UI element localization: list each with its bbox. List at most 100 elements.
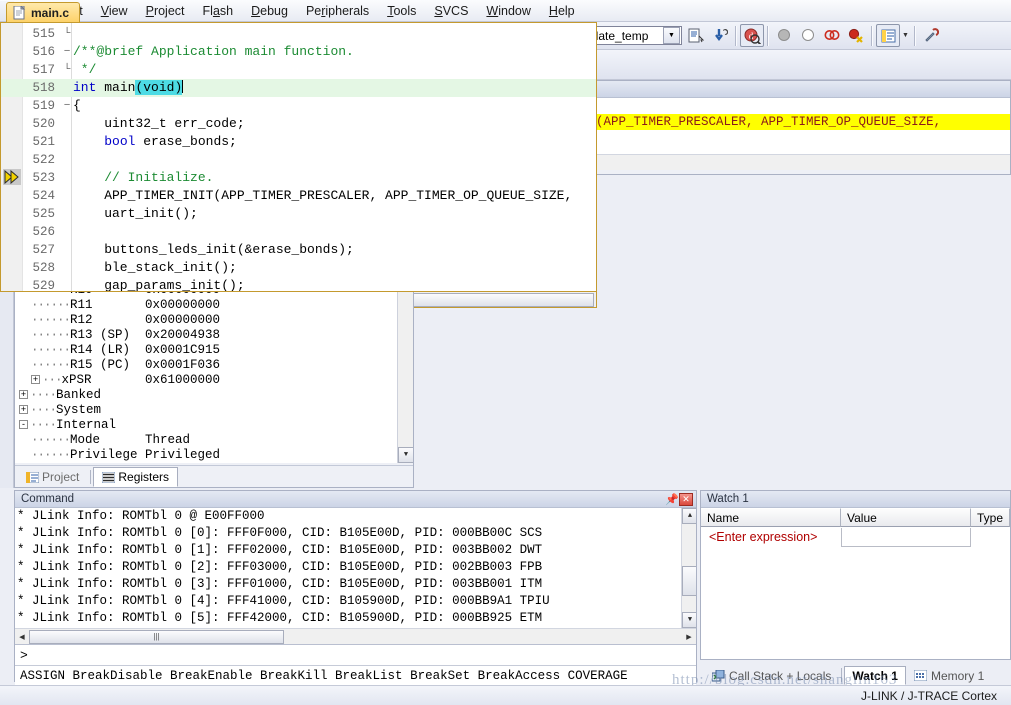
sidebar-tab-registers[interactable]: Registers bbox=[93, 467, 178, 487]
register-label: Privilege bbox=[70, 448, 138, 462]
editor-line[interactable]: 523 // Initialize. bbox=[1, 169, 596, 187]
tab-call-stack-locals[interactable]: Call Stack + Locals bbox=[704, 666, 839, 685]
menu-flash[interactable]: Flash bbox=[194, 2, 243, 20]
menu-help[interactable]: Help bbox=[540, 2, 584, 20]
editor-line[interactable]: 516−/**@brief Application main function. bbox=[1, 43, 596, 61]
tab-watch-1[interactable]: Watch 1 bbox=[844, 666, 906, 685]
tab-call-stack-locals-label: Call Stack + Locals bbox=[729, 669, 831, 683]
editor-line[interactable]: 517└ */ bbox=[1, 61, 596, 79]
fold-marker-icon[interactable]: └ bbox=[61, 61, 73, 79]
watch-col-name[interactable]: Name bbox=[701, 508, 841, 527]
editor-line-text: APP_TIMER_INIT(APP_TIMER_PRESCALER, APP_… bbox=[73, 187, 572, 205]
editor-line[interactable]: 529 gap_params_init(); bbox=[1, 277, 596, 292]
editor-line[interactable]: 525 uart_init(); bbox=[1, 205, 596, 223]
tree-expander-icon[interactable]: - bbox=[19, 420, 28, 429]
register-value[interactable] bbox=[145, 403, 413, 418]
tab-memory-1[interactable]: Memory 1 bbox=[906, 666, 992, 685]
command-hscroll-left-icon[interactable]: ◀ bbox=[15, 630, 29, 644]
command-pin-icon[interactable]: 📌 bbox=[665, 493, 679, 506]
watch-col-type[interactable]: Type bbox=[971, 508, 1010, 527]
register-row[interactable]: +····Banked bbox=[19, 388, 413, 403]
command-output[interactable]: * JLink Info: ROMTbl 0 @ E00FF000* JLink… bbox=[15, 508, 696, 628]
command-hscroll-right-icon[interactable]: ▶ bbox=[682, 630, 696, 644]
watch-row[interactable]: <Enter expression> bbox=[701, 527, 1010, 547]
menu-svcs[interactable]: SVCS bbox=[425, 2, 477, 20]
editor-line-number: 526 bbox=[23, 223, 55, 241]
disable-breakpoint-icon[interactable] bbox=[820, 24, 844, 47]
register-row[interactable]: ······R14 (LR)0x0001C915 bbox=[19, 343, 413, 358]
status-bar: J-LINK / J-TRACE Cortex bbox=[0, 685, 1011, 705]
sidebar-tab-project[interactable]: Project bbox=[17, 467, 88, 487]
command-hscrollbar[interactable]: ◀ ||| ▶ bbox=[15, 628, 696, 644]
code-editor[interactable]: 515└516−/**@brief Application main funct… bbox=[0, 22, 597, 292]
fold-marker-icon[interactable]: └ bbox=[61, 25, 73, 43]
watch-row-value[interactable] bbox=[841, 528, 971, 547]
insert-breakpoint-icon[interactable] bbox=[772, 24, 796, 47]
manage-project-items-icon[interactable] bbox=[684, 24, 708, 47]
register-value[interactable]: 0x61000000 bbox=[145, 373, 413, 388]
register-row[interactable]: ······PrivilegePrivileged bbox=[19, 448, 413, 463]
menu-bar: File Edit View Project Flash Debug Perip… bbox=[0, 0, 1011, 22]
project-window-icon[interactable] bbox=[876, 24, 900, 47]
register-value[interactable]: 0x0001F036 bbox=[145, 358, 413, 373]
register-row[interactable]: ······ModeThread bbox=[19, 433, 413, 448]
watch-col-value[interactable]: Value bbox=[841, 508, 971, 527]
command-hscroll-thumb[interactable]: ||| bbox=[29, 630, 284, 644]
register-row[interactable]: ······R120x00000000 bbox=[19, 313, 413, 328]
command-close-icon[interactable]: ✕ bbox=[679, 493, 693, 506]
register-row[interactable]: +···xPSR0x61000000 bbox=[19, 373, 413, 388]
menu-view[interactable]: View bbox=[92, 2, 137, 20]
register-value[interactable] bbox=[145, 418, 413, 433]
tree-expander-icon[interactable]: + bbox=[31, 375, 40, 384]
tree-expander-icon[interactable]: + bbox=[19, 405, 28, 414]
start-stop-debug-icon[interactable]: d bbox=[740, 24, 764, 47]
command-input[interactable]: > bbox=[15, 644, 696, 665]
register-row[interactable]: ······R13 (SP)0x20004938 bbox=[19, 328, 413, 343]
register-row[interactable]: -····Internal bbox=[19, 418, 413, 433]
tree-expander-icon[interactable]: + bbox=[19, 390, 28, 399]
fold-marker-icon[interactable]: − bbox=[61, 43, 73, 61]
command-scroll-thumb[interactable] bbox=[682, 566, 696, 596]
editor-line[interactable]: 518int main(void) bbox=[1, 79, 596, 97]
menu-peripherals[interactable]: Peripherals bbox=[297, 2, 378, 20]
chevron-down-icon[interactable]: ▼ bbox=[663, 27, 680, 44]
editor-line[interactable]: 528 ble_stack_init(); bbox=[1, 259, 596, 277]
register-value[interactable]: 0x00000000 bbox=[145, 298, 413, 313]
editor-line-number: 516 bbox=[23, 43, 55, 61]
register-row[interactable]: ······R15 (PC)0x0001F036 bbox=[19, 358, 413, 373]
command-scroll-up-icon[interactable]: ▲ bbox=[682, 508, 696, 524]
editor-line[interactable]: 522 bbox=[1, 151, 596, 169]
editor-line[interactable]: 521 bool erase_bonds; bbox=[1, 133, 596, 151]
register-value[interactable]: 0x20004938 bbox=[145, 328, 413, 343]
editor-line[interactable]: 526 bbox=[1, 223, 596, 241]
menu-tools[interactable]: Tools bbox=[378, 2, 425, 20]
menu-debug[interactable]: Debug bbox=[242, 2, 297, 20]
project-window-chevron-icon[interactable]: ▼ bbox=[900, 24, 911, 47]
kill-all-breakpoints-icon[interactable] bbox=[844, 24, 868, 47]
command-scroll-down-icon[interactable]: ▼ bbox=[682, 612, 696, 628]
register-value[interactable]: 0x00000000 bbox=[145, 313, 413, 328]
register-value[interactable]: Thread bbox=[145, 433, 413, 448]
menu-window[interactable]: Window bbox=[477, 2, 539, 20]
command-vscrollbar[interactable]: ▲ ▼ bbox=[681, 508, 696, 628]
watch-row-name[interactable]: <Enter expression> bbox=[701, 530, 841, 544]
editor-line[interactable]: 527 buttons_leds_init(&erase_bonds); bbox=[1, 241, 596, 259]
configuration-wizard-icon[interactable] bbox=[919, 24, 943, 47]
toolbar-separator-8 bbox=[767, 26, 769, 46]
kill-breakpoint-icon[interactable] bbox=[796, 24, 820, 47]
register-row[interactable]: +····System bbox=[19, 403, 413, 418]
editor-line[interactable]: 515└ bbox=[1, 25, 596, 43]
register-value[interactable]: Privileged bbox=[145, 448, 413, 463]
editor-line[interactable]: 524 APP_TIMER_INIT(APP_TIMER_PRESCALER, … bbox=[1, 187, 596, 205]
register-value[interactable]: 0x0001C915 bbox=[145, 343, 413, 358]
editor-line[interactable]: 520 uint32_t err_code; bbox=[1, 115, 596, 133]
register-value[interactable] bbox=[145, 388, 413, 403]
watch-list[interactable]: <Enter expression> bbox=[701, 527, 1010, 659]
editor-tab-mainc[interactable]: main.c bbox=[6, 2, 80, 22]
register-row[interactable]: ······R110x00000000 bbox=[19, 298, 413, 313]
fold-marker-icon[interactable]: − bbox=[61, 97, 73, 115]
scroll-down-icon[interactable]: ▼ bbox=[398, 447, 413, 463]
batch-build-icon[interactable] bbox=[708, 24, 732, 47]
menu-project[interactable]: Project bbox=[137, 2, 194, 20]
editor-line[interactable]: 519−{ bbox=[1, 97, 596, 115]
